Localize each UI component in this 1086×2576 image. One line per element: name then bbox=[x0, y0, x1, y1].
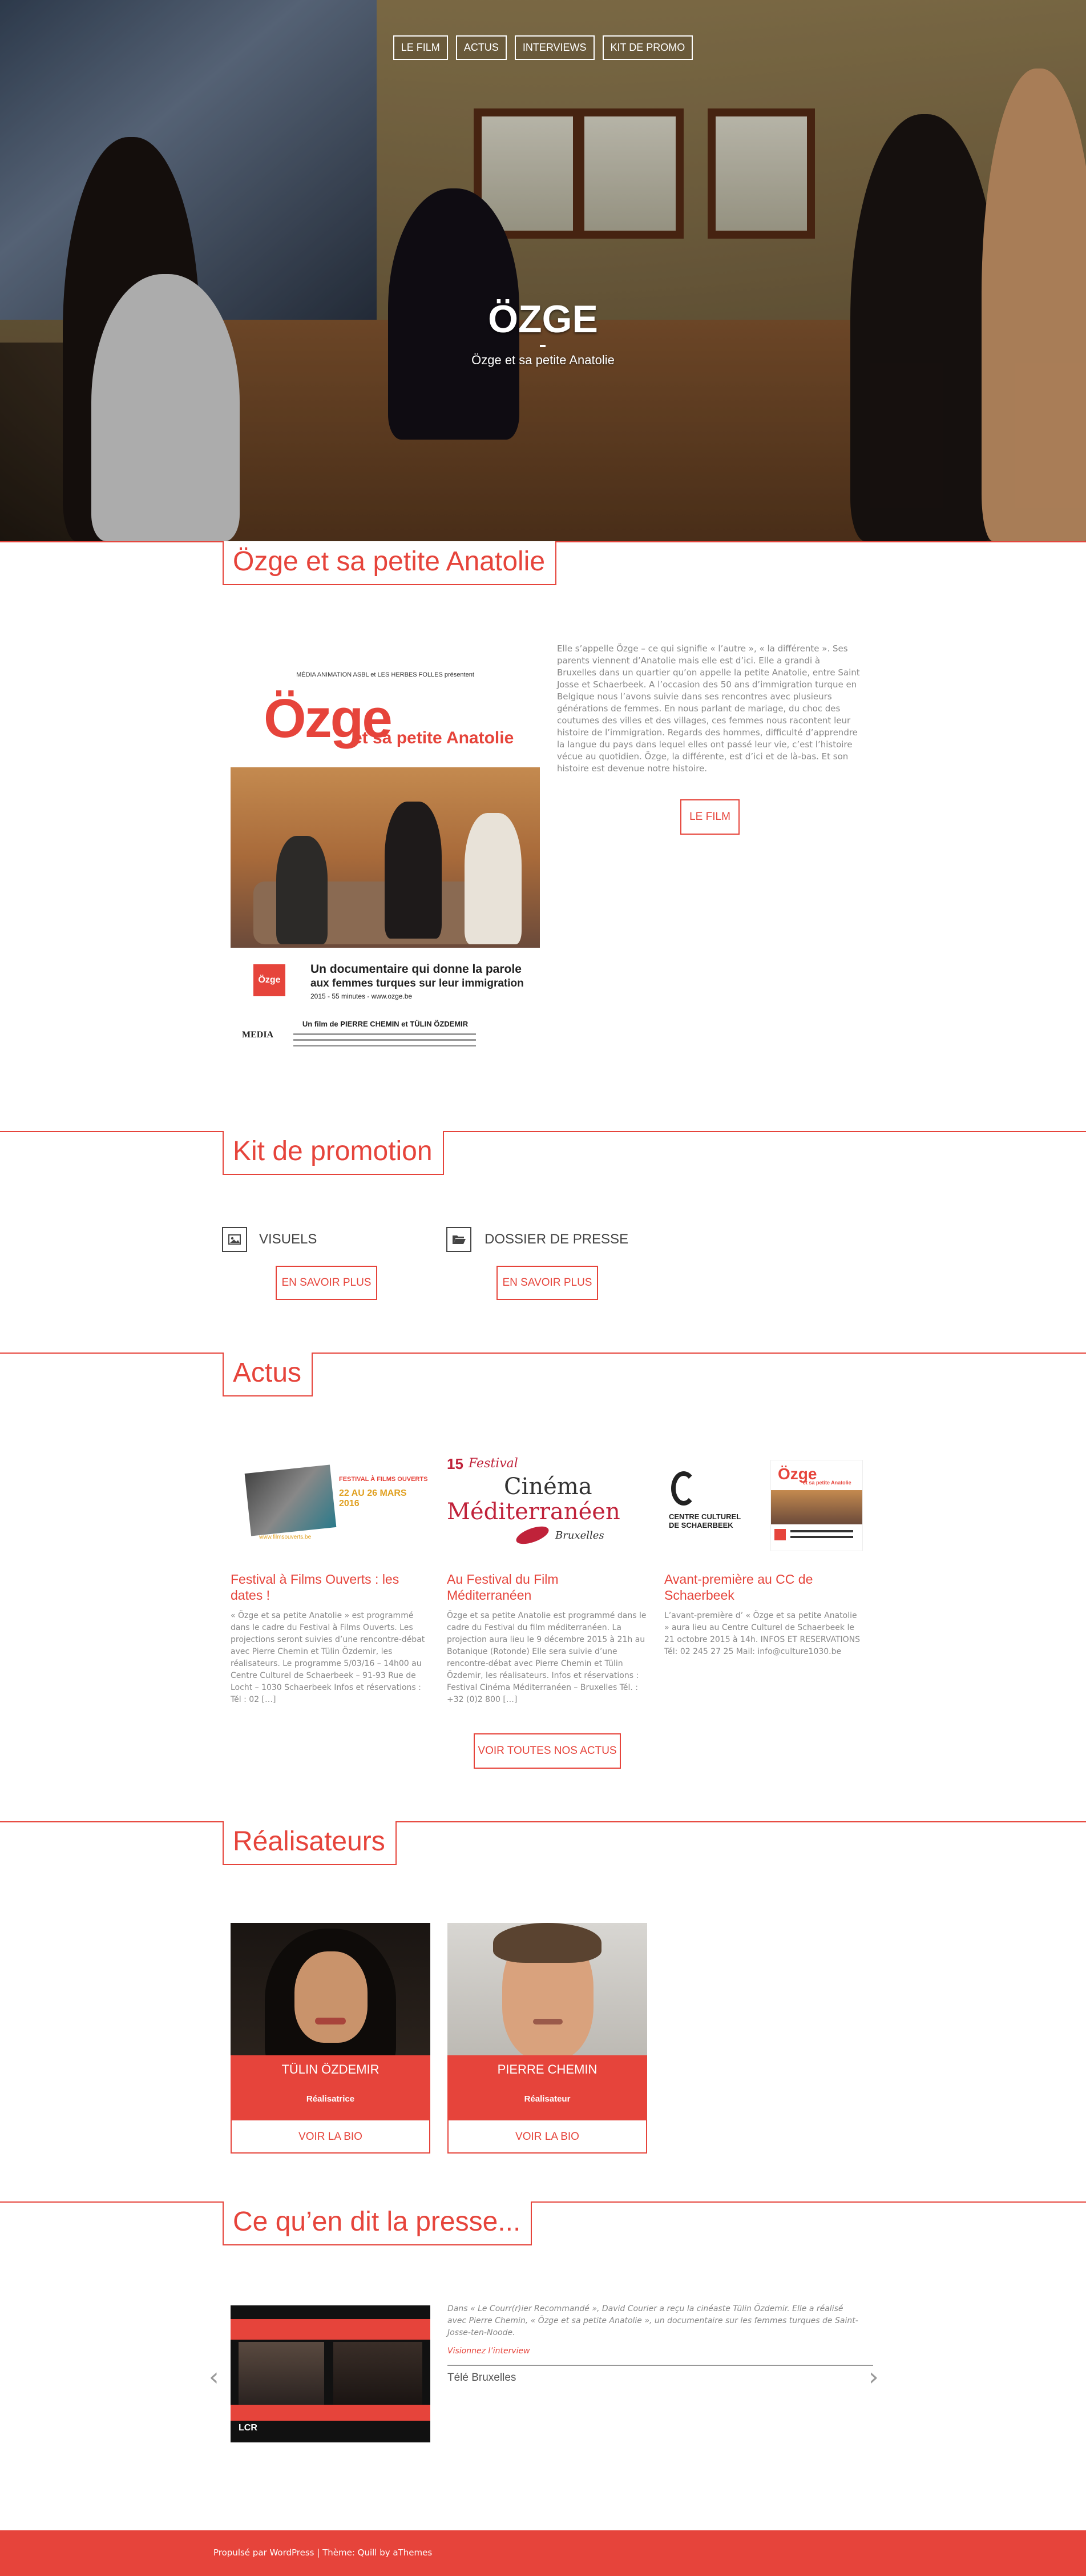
section-title-actus: Actus bbox=[223, 1353, 313, 1396]
nav-kit-de-promo[interactable]: KIT DE PROMO bbox=[602, 35, 693, 60]
image-icon bbox=[222, 1227, 247, 1252]
poster-credits bbox=[293, 1045, 476, 1046]
director-name: PIERRE CHEMIN bbox=[497, 2062, 597, 2076]
news-image-festival: Festival bbox=[469, 1456, 518, 1471]
press-divider bbox=[447, 2365, 873, 2366]
main-nav: LE FILM ACTUS INTERVIEWS KIT DE PROMO bbox=[0, 35, 1086, 60]
mouth-shape bbox=[315, 2018, 346, 2024]
poster-tagline-3: 2015 - 55 minutes - www.ozge.be bbox=[310, 992, 413, 1000]
film-strip-graphic bbox=[244, 1464, 337, 1536]
news-title[interactable]: Festival à Films Ouverts : les dates ! bbox=[231, 1571, 430, 1603]
hero-overlay bbox=[0, 0, 1086, 541]
nav-le-film[interactable]: LE FILM bbox=[393, 35, 448, 60]
hero-title: ÖZGE bbox=[488, 297, 598, 341]
section-title-intro: Özge et sa petite Anatolie bbox=[223, 541, 557, 585]
section-rule bbox=[0, 1821, 1086, 1822]
poster-figure bbox=[465, 813, 522, 944]
news-image-caption: FESTIVAL À FILMS OUVERTS bbox=[339, 1476, 428, 1483]
press-interview-link[interactable]: Visionnez l’interview bbox=[447, 2346, 530, 2356]
news-image-number: 15 bbox=[447, 1455, 463, 1472]
news-image-films-ouverts: FESTIVAL À FILMS OUVERTS 22 AU 26 MARS 2… bbox=[231, 1448, 429, 1550]
bio-button[interactable]: VOIR LA BIO bbox=[447, 2119, 647, 2154]
poster-credits bbox=[293, 1039, 476, 1041]
bio-button[interactable]: VOIR LA BIO bbox=[231, 2119, 430, 2154]
le-film-button[interactable]: LE FILM bbox=[680, 799, 740, 835]
video-band bbox=[231, 2405, 430, 2421]
section-rule bbox=[0, 1353, 1086, 1354]
news-title[interactable]: Avant-première au CC de Schaerbeek bbox=[664, 1571, 864, 1603]
press-quote: Dans « Le Courr(r)ier Recommandé », Davi… bbox=[447, 2304, 858, 2337]
folder-open-icon bbox=[446, 1227, 471, 1252]
news-image-city: Bruxelles bbox=[555, 1530, 604, 1541]
carousel-prev-icon[interactable]: ‹ bbox=[209, 2365, 219, 2390]
director-name: TÜLIN ÖZDEMIR bbox=[281, 2062, 380, 2076]
poster-subtitle: et sa petite Anatolie bbox=[353, 728, 514, 747]
section-rule bbox=[0, 2201, 1086, 2203]
mini-poster-line bbox=[790, 1536, 853, 1538]
news-image-cc-name: CENTRE CULTUREL DE SCHAERBEEK bbox=[669, 1512, 741, 1530]
video-logo: LCR bbox=[239, 2423, 257, 2433]
news-title[interactable]: Au Festival du Film Méditerranéen bbox=[447, 1571, 647, 1603]
section-title-presse: Ce qu’en dit la presse... bbox=[223, 2201, 532, 2245]
visuels-more-button[interactable]: EN SAVOIR PLUS bbox=[276, 1266, 377, 1300]
news-image-mediterraneen: Méditerranéen bbox=[447, 1499, 620, 1525]
mini-poster-badge bbox=[774, 1529, 786, 1540]
poster-figure bbox=[385, 802, 442, 939]
director-photo bbox=[231, 1923, 430, 2055]
poster-badge: Özge bbox=[253, 964, 285, 996]
section-title-realisateurs: Réalisateurs bbox=[223, 1821, 397, 1865]
poster-credits bbox=[293, 1033, 476, 1035]
hero-divider bbox=[540, 345, 546, 347]
news-excerpt: L’avant-première d’ « Özge et sa petite … bbox=[664, 1611, 861, 1656]
section-title-kit: Kit de promotion bbox=[223, 1131, 444, 1175]
pepper-graphic bbox=[514, 1523, 551, 1548]
director-role: Réalisateur bbox=[524, 2094, 571, 2104]
nav-actus[interactable]: ACTUS bbox=[455, 35, 507, 60]
poster-presenters: MÉDIA ANIMATION ASBL et LES HERBES FOLLE… bbox=[296, 671, 474, 678]
poster-photo bbox=[231, 767, 540, 948]
section-rule bbox=[0, 1131, 1086, 1132]
kit-dossier-label: DOSSIER DE PRESSE bbox=[485, 1231, 629, 1247]
director-role: Réalisatrice bbox=[306, 2094, 355, 2104]
director-photo bbox=[447, 1923, 647, 2055]
face-shape bbox=[294, 1951, 368, 2043]
carousel-next-icon[interactable]: › bbox=[869, 2365, 879, 2390]
video-panel bbox=[239, 2342, 324, 2405]
hero-banner: LE FILM ACTUS INTERVIEWS KIT DE PROMO ÖZ… bbox=[0, 0, 1086, 541]
poster-logo: MEDIA bbox=[242, 1030, 274, 1040]
hero-subtitle: Özge et sa petite Anatolie bbox=[471, 353, 615, 367]
news-image-cc-schaerbeek: CENTRE CULTUREL DE SCHAERBEEK Özge et sa… bbox=[664, 1448, 863, 1551]
poster-directors: Un film de PIERRE CHEMIN et TÜLIN ÖZDEMI… bbox=[302, 1020, 469, 1028]
mini-poster-photo bbox=[771, 1490, 862, 1524]
intro-text: Elle s’appelle Özge – ce qui signifie « … bbox=[557, 643, 860, 774]
mini-poster: Özge et sa petite Anatolie bbox=[770, 1460, 863, 1551]
poster-tagline-1: Un documentaire qui donne la parole bbox=[310, 963, 522, 976]
news-image-festival-mediterraneen: 15 Festival Cinéma Méditerranéen Bruxell… bbox=[447, 1448, 645, 1550]
mini-poster-line bbox=[790, 1530, 853, 1532]
mouth-shape bbox=[533, 2019, 563, 2024]
film-poster: MÉDIA ANIMATION ASBL et LES HERBES FOLLE… bbox=[231, 665, 540, 1058]
hair-shape bbox=[493, 1923, 601, 1963]
dossier-more-button[interactable]: EN SAVOIR PLUS bbox=[496, 1266, 598, 1300]
video-banner bbox=[231, 2319, 430, 2340]
news-image-dates: 22 AU 26 MARS 2016 bbox=[339, 1488, 407, 1508]
footer-credits[interactable]: Propulsé par WordPress | Thème: Quill by… bbox=[213, 2547, 432, 2558]
nav-interviews[interactable]: INTERVIEWS bbox=[514, 35, 595, 60]
mini-poster-subtitle: et sa petite Anatolie bbox=[803, 1480, 851, 1486]
news-image-url: www.filmsouverts.be bbox=[259, 1534, 312, 1540]
news-image-cinema: Cinéma bbox=[504, 1474, 592, 1500]
footer: Propulsé par WordPress | Thème: Quill by… bbox=[0, 2530, 1086, 2576]
press-source: Télé Bruxelles bbox=[447, 2372, 516, 2384]
poster-figure bbox=[276, 836, 328, 944]
news-excerpt: Özge et sa petite Anatolie est programmé… bbox=[447, 1611, 647, 1704]
all-news-button[interactable]: VOIR TOUTES NOS ACTUS bbox=[474, 1733, 621, 1769]
news-excerpt: « Özge et sa petite Anatolie » est progr… bbox=[231, 1611, 425, 1704]
kit-visuels-label: VISUELS bbox=[259, 1231, 317, 1247]
video-panel bbox=[333, 2342, 422, 2405]
poster-tagline-2: aux femmes turques sur leur immigration bbox=[310, 977, 524, 989]
press-video-thumbnail[interactable]: LCR bbox=[231, 2305, 430, 2442]
cc-logo-icon bbox=[671, 1471, 696, 1506]
